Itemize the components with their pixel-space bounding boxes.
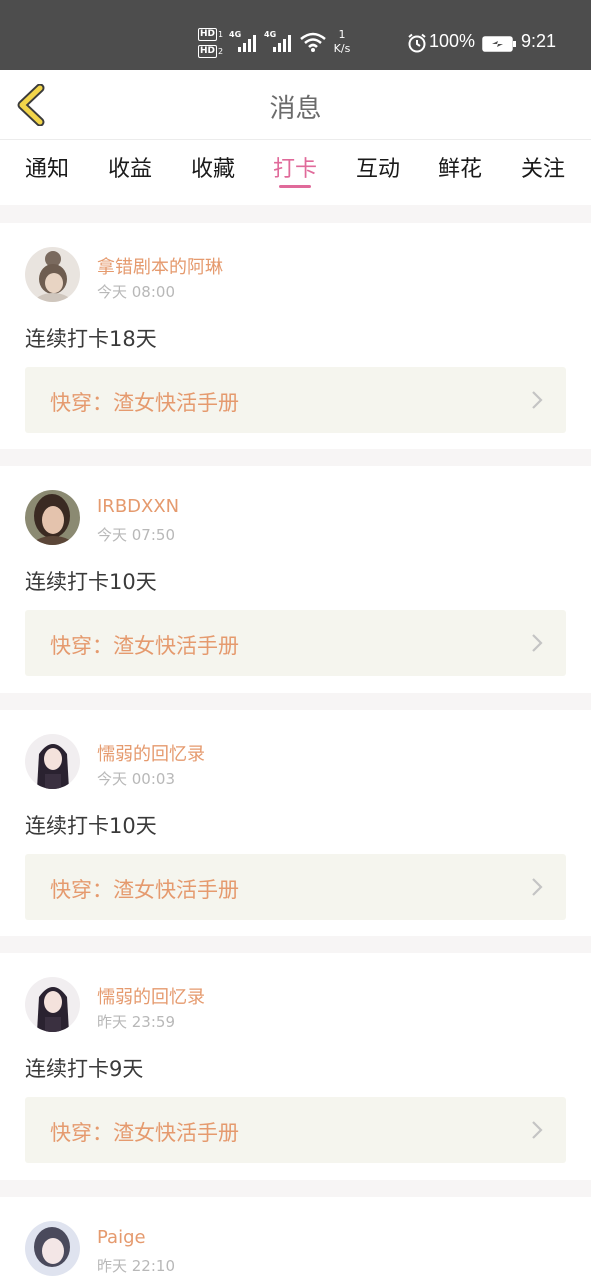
divider	[0, 1180, 591, 1197]
avatar[interactable]	[25, 247, 80, 302]
chevron-right-icon	[532, 1121, 543, 1139]
username[interactable]: 懦弱的回忆录	[97, 740, 205, 766]
message-text: 连续打卡9天	[25, 1057, 144, 1081]
alarm-icon	[408, 33, 426, 53]
divider	[0, 449, 591, 466]
battery-percent: 100%	[429, 31, 476, 51]
hd-indicator: HD 1 HD 2	[198, 26, 224, 60]
divider	[0, 936, 591, 953]
username[interactable]: IRBDXXN	[97, 496, 179, 517]
book-title: 快穿：渣女快活手册	[50, 634, 239, 658]
hd1-number: 1	[218, 30, 224, 39]
hd1-label: HD	[198, 28, 218, 41]
tab-bar: 通知 收益 收藏 打卡 互动 鲜花 关注	[0, 141, 591, 205]
divider	[0, 205, 591, 223]
avatar[interactable]	[25, 734, 80, 789]
clock: 9:21	[521, 31, 557, 51]
message-card: IRBDXXN 今天 07:50 连续打卡10天 快穿：渣女快活手册	[0, 466, 591, 693]
tab-earnings[interactable]: 收益	[100, 151, 160, 183]
message-text: 连续打卡10天	[25, 814, 157, 838]
network-speed: 1 K/s	[328, 28, 356, 56]
username[interactable]: 拿错剧本的阿琳	[97, 253, 223, 279]
timestamp: 今天 08:00	[97, 283, 175, 301]
book-link[interactable]: 快穿：渣女快活手册	[25, 367, 566, 433]
battery-charging-icon	[482, 36, 516, 52]
chevron-right-icon	[532, 634, 543, 652]
speed-unit: K/s	[333, 42, 351, 55]
username[interactable]: 懦弱的回忆录	[97, 983, 205, 1009]
hd2-label: HD	[198, 45, 218, 58]
message-card: 拿错剧本的阿琳 今天 08:00 连续打卡18天 快穿：渣女快活手册	[0, 223, 591, 449]
message-card: 懦弱的回忆录 昨天 23:59 连续打卡9天 快穿：渣女快活手册	[0, 953, 591, 1180]
timestamp: 今天 00:03	[97, 770, 175, 788]
speed-value: 1	[338, 28, 346, 41]
status-bar: HD 1 HD 2 4G 4G 1 K/s 100% 9:21	[0, 0, 591, 70]
timestamp: 昨天 23:59	[97, 1013, 175, 1031]
app-header: 消息	[0, 70, 591, 140]
avatar[interactable]	[25, 1221, 80, 1276]
timestamp: 昨天 22:10	[97, 1257, 175, 1275]
message-card: 懦弱的回忆录 今天 00:03 连续打卡10天 快穿：渣女快活手册	[0, 710, 591, 936]
hd2-number: 2	[218, 47, 224, 56]
avatar[interactable]	[25, 490, 80, 545]
tab-flowers[interactable]: 鲜花	[430, 151, 490, 183]
divider	[0, 693, 591, 710]
book-link[interactable]: 快穿：渣女快活手册	[25, 1097, 566, 1163]
tab-favorites[interactable]: 收藏	[183, 151, 243, 183]
active-tab-indicator	[279, 185, 311, 188]
book-link[interactable]: 快穿：渣女快活手册	[25, 854, 566, 920]
book-title: 快穿：渣女快活手册	[50, 878, 239, 902]
username[interactable]: Paige	[97, 1227, 146, 1248]
book-title: 快穿：渣女快活手册	[50, 391, 239, 415]
book-title: 快穿：渣女快活手册	[50, 1121, 239, 1145]
wifi-icon	[300, 32, 326, 52]
message-text: 连续打卡10天	[25, 570, 157, 594]
message-card: Paige 昨天 22:10	[0, 1197, 591, 1280]
chevron-right-icon	[532, 391, 543, 409]
chevron-right-icon	[532, 878, 543, 896]
page-title: 消息	[269, 94, 322, 124]
timestamp: 今天 07:50	[97, 526, 175, 544]
tab-checkin[interactable]: 打卡	[265, 151, 325, 183]
avatar[interactable]	[25, 977, 80, 1032]
tab-following[interactable]: 关注	[513, 151, 573, 183]
tab-interaction[interactable]: 互动	[348, 151, 408, 183]
message-text: 连续打卡18天	[25, 327, 157, 351]
book-link[interactable]: 快穿：渣女快活手册	[25, 610, 566, 676]
tab-notify[interactable]: 通知	[17, 151, 77, 183]
